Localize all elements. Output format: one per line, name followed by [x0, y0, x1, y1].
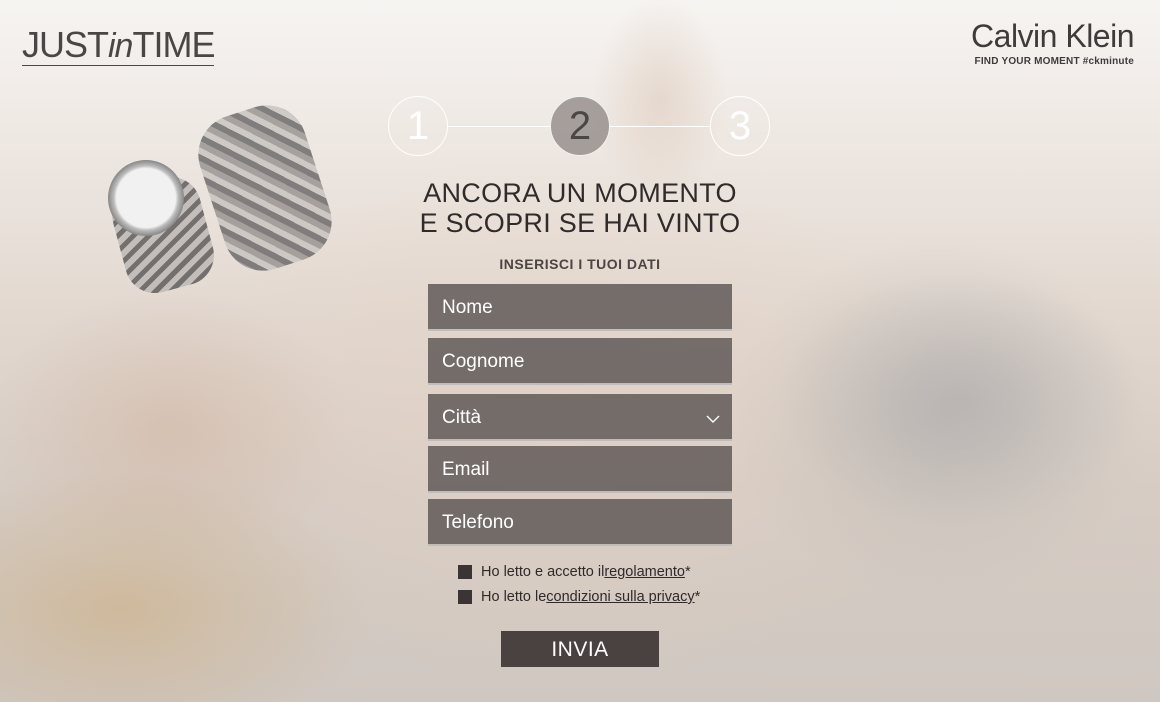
form-subtitle: INSERISCI I TUOI DATI: [499, 256, 661, 272]
logo-just: JUST: [22, 24, 109, 65]
citta-select[interactable]: Città: [428, 394, 732, 441]
email-input[interactable]: Email: [428, 446, 732, 493]
privacy-link[interactable]: condizioni sulla privacy: [546, 589, 694, 605]
telefono-input[interactable]: Telefono: [428, 499, 732, 546]
step-indicator: 1 2 3: [388, 96, 772, 158]
regolamento-prefix: Ho letto e accetto il: [481, 564, 605, 580]
chevron-down-icon: [706, 415, 720, 423]
photo-dress: [760, 250, 1160, 550]
step-connector-2: [610, 126, 710, 127]
step-1: 1: [388, 96, 448, 156]
step-connector-1: [448, 126, 550, 127]
logo-in: in: [108, 27, 133, 65]
regolamento-consent: Ho letto e accetto il regolamento *: [458, 563, 691, 581]
logo-time: TIME: [132, 24, 215, 65]
brand-name: Calvin Klein: [971, 18, 1134, 54]
cognome-input[interactable]: Cognome: [428, 338, 732, 385]
photo-watch-face: [108, 160, 184, 236]
telefono-placeholder: Telefono: [442, 512, 514, 533]
regolamento-required: *: [684, 564, 691, 580]
email-placeholder: Email: [442, 459, 490, 480]
step-3: 3: [710, 96, 770, 156]
calvin-klein-logo[interactable]: Calvin Klein FIND YOUR MOMENT #ckminute: [971, 18, 1134, 67]
regolamento-link[interactable]: regolamento: [604, 564, 685, 580]
headline-line-2: E SCOPRI SE HAI VINTO: [419, 208, 741, 238]
brand-tagline: FIND YOUR MOMENT #ckminute: [974, 56, 1134, 67]
nome-input[interactable]: Nome: [428, 284, 732, 331]
nome-placeholder: Nome: [442, 297, 493, 318]
photo-hair: [0, 430, 420, 702]
headline-line-1: ANCORA UN MOMENTO: [423, 178, 737, 208]
regolamento-checkbox[interactable]: [458, 565, 472, 579]
step-2-active: 2: [550, 96, 610, 156]
page-headline: ANCORA UN MOMENTO E SCOPRI SE HAI VINTO: [380, 178, 780, 238]
privacy-checkbox[interactable]: [458, 590, 472, 604]
cognome-placeholder: Cognome: [442, 351, 525, 372]
privacy-required: *: [694, 589, 701, 605]
citta-placeholder: Città: [442, 407, 482, 428]
privacy-prefix: Ho letto le: [481, 589, 547, 605]
just-in-time-logo[interactable]: JUSTinTIME: [22, 24, 215, 66]
privacy-consent: Ho letto le condizioni sulla privacy *: [458, 588, 700, 606]
invia-button[interactable]: INVIA: [501, 631, 659, 667]
